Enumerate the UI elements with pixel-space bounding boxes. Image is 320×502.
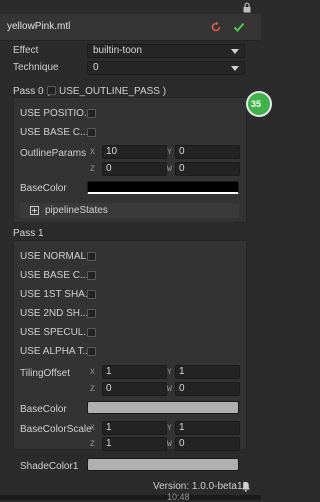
use-base-color-checkbox[interactable] [87, 271, 96, 280]
shade-color1-label: ShadeColor1 [20, 461, 79, 472]
axis-w-label: W [167, 165, 172, 174]
technique-value: 0 [93, 62, 99, 73]
axis-z-label: Z [90, 440, 95, 449]
outline-pass-checkbox[interactable] [47, 86, 56, 95]
outline-y-input[interactable]: 0 [175, 145, 240, 159]
status-footer: Version: 1.0.0-beta15 [0, 481, 261, 492]
scale-w-input[interactable]: 0 [175, 437, 240, 451]
pass0-basecolor-label: BaseColor [20, 183, 67, 194]
chevron-down-icon [231, 66, 239, 71]
use-position-checkbox[interactable] [87, 109, 96, 118]
scale-z-input[interactable]: 1 [102, 437, 167, 451]
effect-label: Effect [13, 45, 39, 56]
use-normal-checkbox[interactable] [87, 252, 96, 261]
tiling-z-input[interactable]: 0 [102, 382, 167, 396]
chevron-down-icon [231, 49, 239, 54]
pass1-title: Pass 1 [13, 228, 44, 239]
axis-x-label: X [90, 148, 95, 157]
use-position-label: USE POSITIO... [20, 108, 93, 119]
material-title: yellowPink.mtl [7, 21, 71, 32]
technique-select[interactable]: 0 [87, 61, 245, 75]
outline-params-label: OutlineParams [20, 148, 87, 159]
axis-z-label: Z [90, 165, 95, 174]
tiling-w-input[interactable]: 0 [175, 382, 240, 396]
use-base-label: USE BASE C... [20, 127, 89, 138]
pass0-basecolor-swatch[interactable] [87, 181, 239, 194]
tiling-y-input[interactable]: 1 [175, 365, 240, 379]
axis-z-label: Z [90, 385, 95, 394]
outline-w-input[interactable]: 0 [175, 162, 240, 176]
revert-icon[interactable] [210, 21, 222, 33]
use-specular-checkbox[interactable] [87, 328, 96, 337]
tiling-x-input[interactable]: 1 [102, 365, 167, 379]
axis-x-label: X [90, 368, 95, 377]
effect-value: builtin-toon [93, 45, 142, 56]
axis-w-label: W [167, 385, 172, 394]
outline-z-input[interactable]: 0 [102, 162, 167, 176]
axis-y-label: Y [167, 424, 172, 433]
pipeline-states-foldout[interactable]: pipelineStates [20, 203, 239, 218]
lock-icon[interactable] [242, 2, 252, 13]
bell-icon[interactable] [241, 481, 251, 492]
use-base-color-label: USE BASE C... [20, 270, 89, 281]
taskbar-clock: 10:48 [167, 492, 190, 502]
scale-x-input[interactable]: 1 [102, 421, 167, 435]
pass1-basecolor-swatch[interactable] [87, 401, 239, 414]
expand-plus-icon [30, 206, 39, 215]
use-base-checkbox[interactable] [87, 128, 96, 137]
base-color-scale-label: BaseColorScale [20, 424, 92, 435]
outline-pass-label: USE_OUTLINE_PASS ) [59, 86, 167, 97]
shade-color1-swatch[interactable] [87, 458, 239, 471]
floating-badge[interactable]: 35 [246, 91, 272, 117]
pass0-title: Pass 0 ( [13, 86, 50, 97]
material-header: yellowPink.mtl [0, 14, 261, 41]
use-1st-shade-label: USE 1ST SHA... [20, 289, 94, 300]
use-specular-label: USE SPECUL... [20, 327, 92, 338]
use-alpha-test-checkbox[interactable] [87, 347, 96, 356]
version-text: Version: 1.0.0-beta15 [153, 481, 249, 492]
axis-y-label: Y [167, 368, 172, 377]
axis-w-label: W [167, 440, 172, 449]
pipeline-states-label: pipelineStates [45, 205, 108, 216]
os-taskbar: 10:48 [0, 492, 261, 502]
use-normal-label: USE NORMAL... [20, 251, 95, 262]
use-1st-shade-checkbox[interactable] [87, 290, 96, 299]
technique-label: Technique [13, 62, 59, 73]
use-alpha-test-label: USE ALPHA T... [20, 346, 91, 357]
effect-select[interactable]: builtin-toon [87, 44, 245, 58]
apply-check-icon[interactable] [233, 21, 245, 33]
scale-y-input[interactable]: 1 [175, 421, 240, 435]
axis-y-label: Y [167, 148, 172, 157]
tiling-offset-label: TilingOffset [20, 368, 71, 379]
outline-x-input[interactable]: 10 [102, 145, 167, 159]
axis-x-label: X [90, 424, 95, 433]
use-2nd-shade-label: USE 2ND SH... [20, 308, 89, 319]
pass1-basecolor-label: BaseColor [20, 404, 67, 415]
use-2nd-shade-checkbox[interactable] [87, 309, 96, 318]
